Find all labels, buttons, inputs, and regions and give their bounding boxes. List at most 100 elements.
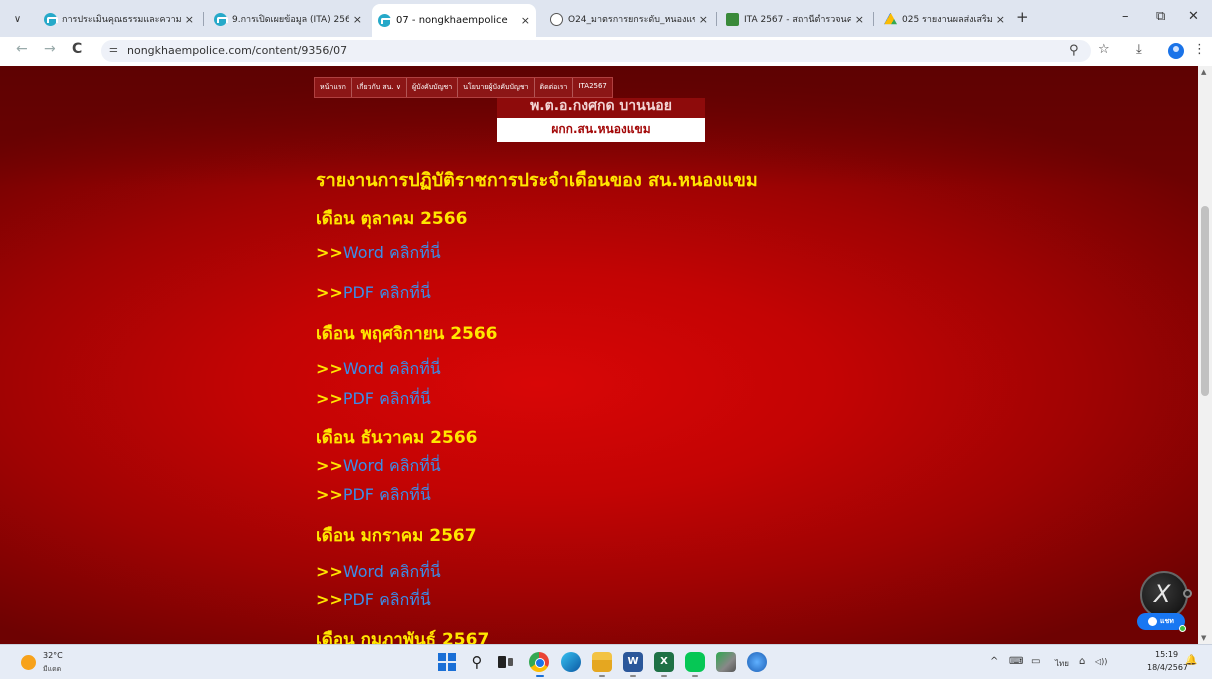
pdf-link[interactable]: >>PDF คลิกที่นี่: [316, 281, 431, 306]
pdf-link-text[interactable]: PDF คลิกที่นี่: [343, 485, 431, 504]
taskbar-search-icon[interactable]: ⚲: [467, 652, 487, 672]
clock-time[interactable]: 15:19: [1155, 650, 1178, 659]
app-icon[interactable]: [716, 652, 736, 672]
app-m-icon: [214, 12, 228, 26]
download-icon[interactable]: ⤓: [1136, 42, 1142, 57]
word-link[interactable]: >>Word คลิกที่นี่: [316, 357, 441, 382]
page-heading: รายงานการปฏิบัติราชการประจำเดือนของ สน.ห…: [316, 170, 758, 191]
volume-icon[interactable]: ◁)): [1095, 657, 1107, 666]
minimize-button[interactable]: –: [1122, 9, 1129, 24]
browser-tab-6[interactable]: 025 รายงานผลส่งเสริมคุณธรรม ×: [878, 8, 1011, 30]
tab-title: ITA 2567 - สถานีตำรวจนครบาล: [744, 15, 851, 25]
ita-icon: [726, 12, 739, 26]
notification-bell-icon[interactable]: 🔔: [1185, 655, 1197, 666]
browser-tab-1[interactable]: การประเมินคุณธรรมและความโปร่ง ×: [38, 8, 200, 30]
pdf-link[interactable]: >>PDF คลิกที่นี่: [316, 483, 431, 508]
pdf-link-text[interactable]: PDF คลิกที่นี่: [343, 283, 431, 302]
word-link-text[interactable]: Word คลิกที่นี่: [343, 243, 441, 262]
word-link-text[interactable]: Word คลิกที่นี่: [343, 456, 441, 475]
address-bar[interactable]: ⚌ nongkhaempolice.com/content/9356/07 ⚲: [101, 40, 1091, 62]
page-scrollbar[interactable]: ▲ ▼: [1198, 66, 1212, 644]
keyboard-icon[interactable]: ⌨: [1009, 656, 1023, 667]
display-icon[interactable]: ▭: [1031, 656, 1040, 667]
windows-taskbar: 32°C มีแดด ⚲ W X ^ ⌨ ▭ ไทย ⌂ ◁)) 15:19 1…: [0, 644, 1212, 679]
weather-sun-icon[interactable]: [21, 655, 36, 670]
pdf-link[interactable]: >>PDF คลิกที่นี่: [316, 387, 431, 412]
input-language[interactable]: ไทย: [1055, 657, 1069, 670]
nav-item-policy[interactable]: นโยบายผู้บังคับบัญชา: [458, 78, 535, 97]
forward-button[interactable]: →: [44, 41, 56, 57]
weather-condition[interactable]: มีแดด: [43, 664, 61, 675]
profile-avatar[interactable]: [1168, 43, 1184, 59]
tab-close-icon[interactable]: ×: [353, 13, 362, 26]
commander-banner: พ.ต.อ.กงศกด บานนอย ผกก.สน.หนองแขม: [497, 98, 705, 142]
page-viewport: หน้าแรก เกี่ยวกับ สน. ∨ ผู้บังคับบัญชา น…: [0, 66, 1198, 644]
tab-close-icon[interactable]: ×: [521, 14, 530, 27]
nav-item-contact[interactable]: ติดต่อเรา: [535, 78, 574, 97]
clock-date[interactable]: 18/4/2567: [1147, 663, 1188, 672]
new-tab-button[interactable]: +: [1016, 8, 1029, 26]
reload-button[interactable]: C: [72, 41, 82, 57]
tab-search-chevron-icon[interactable]: ∨: [9, 11, 26, 28]
messenger-chat-button[interactable]: แชท: [1137, 613, 1185, 630]
browser-tab-5[interactable]: ITA 2567 - สถานีตำรวจนครบาล ×: [720, 8, 870, 30]
word-link-text[interactable]: Word คลิกที่นี่: [343, 562, 441, 581]
scroll-down-arrow-icon[interactable]: ▼: [1201, 634, 1206, 642]
word-link[interactable]: >>Word คลิกที่นี่: [316, 560, 441, 585]
pdf-link-text[interactable]: PDF คลิกที่นี่: [343, 590, 431, 609]
weather-temperature[interactable]: 32°C: [43, 651, 63, 660]
word-link-text[interactable]: Word คลิกที่นี่: [343, 359, 441, 378]
tab-close-icon[interactable]: ×: [855, 13, 864, 26]
tab-title: 025 รายงานผลส่งเสริมคุณธรรม: [902, 15, 992, 25]
globe-icon: [550, 12, 563, 26]
running-indicator: [692, 675, 698, 677]
browser-tab-active[interactable]: 07 - nongkhaempolice ×: [372, 4, 536, 37]
network-icon[interactable]: ⌂: [1079, 656, 1085, 667]
bookmark-star-icon[interactable]: ☆: [1098, 42, 1110, 57]
edge-icon[interactable]: [561, 652, 581, 672]
chat-logo-icon: X: [1154, 580, 1171, 608]
nav-item-commander[interactable]: ผู้บังคับบัญชา: [407, 78, 459, 97]
nav-item-ita[interactable]: ITA2567: [573, 78, 611, 97]
tray-overflow-chevron-icon[interactable]: ^: [990, 656, 998, 667]
tab-close-icon[interactable]: ×: [996, 13, 1005, 26]
task-view-icon[interactable]: [495, 652, 515, 672]
pdf-link[interactable]: >>PDF คลิกที่นี่: [316, 588, 431, 613]
line-app-icon[interactable]: [685, 652, 705, 672]
back-button[interactable]: ←: [16, 41, 28, 57]
site-settings-icon[interactable]: ⚌: [109, 44, 118, 55]
start-tile: [438, 653, 446, 661]
tab-close-icon[interactable]: ×: [699, 13, 708, 26]
tab-title: 9.การเปิดเผยข้อมูล (ITA) 2567: [232, 15, 349, 25]
close-window-button[interactable]: ✕: [1188, 9, 1199, 24]
browser-menu-icon[interactable]: ⋮: [1193, 42, 1206, 57]
running-indicator: [536, 675, 544, 677]
running-indicator: [661, 675, 667, 677]
tab-separator: [873, 12, 874, 26]
running-indicator: [599, 675, 605, 677]
tab-title: การประเมินคุณธรรมและความโปร่ง: [62, 15, 181, 25]
pdf-link-text[interactable]: PDF คลิกที่นี่: [343, 389, 431, 408]
excel-icon[interactable]: X: [654, 652, 674, 672]
tab-close-icon[interactable]: ×: [185, 13, 194, 26]
nav-item-home[interactable]: หน้าแรก: [315, 78, 352, 97]
drive-icon: [884, 12, 897, 25]
chrome-icon[interactable]: [529, 652, 549, 672]
nav-item-about[interactable]: เกี่ยวกับ สน. ∨: [352, 78, 408, 97]
word-link[interactable]: >>Word คลิกที่นี่: [316, 241, 441, 266]
start-menu-icon[interactable]: [437, 652, 457, 672]
zoom-icon[interactable]: ⚲: [1069, 43, 1079, 58]
browser-tab-2[interactable]: 9.การเปิดเผยข้อมูล (ITA) 2567 ×: [208, 8, 368, 30]
chat-launcher-button[interactable]: X: [1140, 571, 1192, 619]
file-explorer-icon[interactable]: [592, 652, 612, 672]
tab-title: O24_มาตรการยกระดับ_หนองแขม: [568, 15, 695, 25]
url-text[interactable]: nongkhaempolice.com/content/9356/07: [127, 44, 347, 57]
word-icon[interactable]: W: [623, 652, 643, 672]
app-icon[interactable]: [747, 652, 767, 672]
browser-tab-4[interactable]: O24_มาตรการยกระดับ_หนองแขม ×: [544, 8, 714, 30]
word-link[interactable]: >>Word คลิกที่นี่: [316, 454, 441, 479]
scrollbar-thumb[interactable]: [1201, 206, 1209, 396]
month-label: เดือน ตุลาคม 2566: [316, 209, 468, 229]
scroll-up-arrow-icon[interactable]: ▲: [1201, 68, 1206, 76]
restore-button[interactable]: ⧉: [1156, 9, 1165, 24]
